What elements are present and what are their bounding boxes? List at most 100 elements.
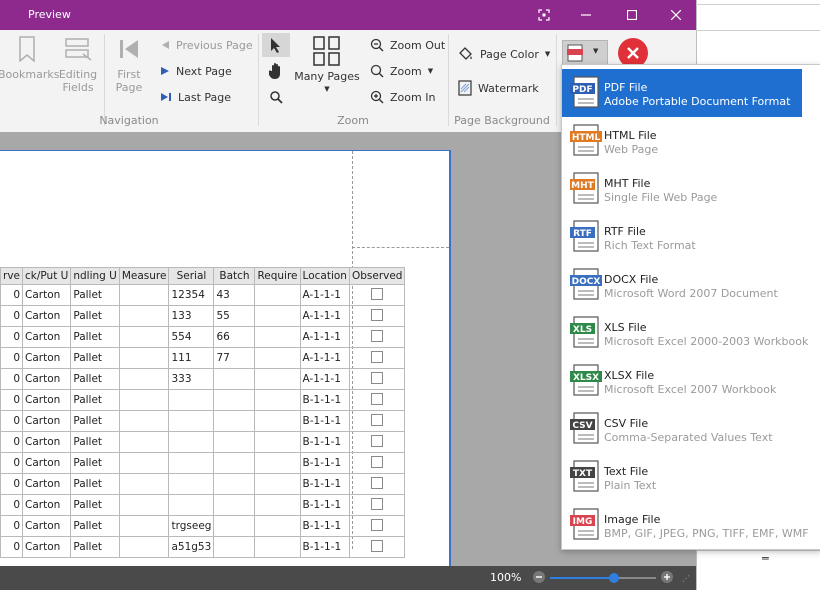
first-page-button[interactable]: First Page: [108, 36, 150, 94]
observed-cell: [348, 431, 406, 453]
resize-grip-icon[interactable]: ⋰: [682, 574, 690, 583]
hand-tool-button[interactable]: [262, 59, 290, 83]
observed-checkbox[interactable]: [371, 539, 384, 552]
table-cell: 0: [0, 347, 23, 369]
table-cell: a51g53: [168, 536, 215, 558]
table-cell: 0: [0, 515, 23, 537]
previous-page-button[interactable]: Previous Page: [160, 34, 253, 56]
observed-checkbox[interactable]: [371, 497, 384, 510]
export-item-txt[interactable]: TXT Text File Plain Text: [562, 453, 820, 501]
table-cell: [168, 431, 215, 453]
table-row: 0 Carton Pallet B-1-1-1: [0, 452, 406, 474]
fullscreen-button[interactable]: [524, 0, 564, 30]
observed-cell: [348, 389, 406, 411]
observed-checkbox[interactable]: [371, 476, 384, 489]
observed-checkbox[interactable]: [371, 329, 384, 342]
table-row: 0 Carton Pallet 12354 43 A-1-1-1: [0, 284, 406, 306]
table-cell: Pallet: [70, 515, 120, 537]
export-item-docx[interactable]: DOCX DOCX File Microsoft Word 2007 Documen…: [562, 261, 820, 309]
first-page-label-1: First: [117, 68, 141, 81]
file-mht-icon: MHT: [570, 171, 600, 205]
last-page-button[interactable]: Last Page: [160, 86, 231, 108]
table-cell: Pallet: [70, 494, 120, 516]
export-split-button[interactable]: ▼: [562, 40, 608, 66]
zoom-in-label: Zoom In: [390, 90, 436, 104]
export-item-img[interactable]: IMG Image File BMP, GIF, JPEG, PNG, TIFF, …: [562, 501, 820, 549]
table-cell: Pallet: [70, 431, 120, 453]
many-pages-button[interactable]: Many Pages ▼: [294, 36, 360, 96]
table-cell: [168, 389, 215, 411]
zoom-label: Zoom: [390, 64, 422, 78]
export-item-title: MHT File: [604, 177, 651, 190]
observed-checkbox[interactable]: [371, 392, 384, 405]
table-cell: [168, 494, 215, 516]
observed-checkbox[interactable]: [371, 455, 384, 468]
table-row: 0 Carton Pallet B-1-1-1: [0, 494, 406, 516]
file-html-icon: HTML: [570, 123, 602, 157]
ribbon-separator: [258, 34, 259, 126]
editing-fields-button[interactable]: Editing Fields: [56, 36, 100, 94]
table-cell: 66: [213, 326, 256, 348]
column-header: Require: [254, 267, 301, 285]
observed-checkbox[interactable]: [371, 434, 384, 447]
fullscreen-icon: [538, 9, 550, 21]
table-cell: 0: [0, 473, 23, 495]
table-cell: [254, 536, 301, 558]
table-cell: Carton: [21, 431, 72, 453]
zoom-slider-track[interactable]: [550, 573, 656, 583]
last-page-label: Last Page: [178, 90, 232, 104]
table-row: 0 Carton Pallet B-1-1-1: [0, 473, 406, 495]
export-item-pdf[interactable]: PDF PDF File Adobe Portable Document Forma…: [562, 69, 802, 117]
export-item-xls[interactable]: XLS XLS File Microsoft Excel 2000-2003 Wor…: [562, 309, 820, 357]
table-cell: Carton: [21, 368, 72, 390]
zoom-group-label: Zoom: [337, 114, 369, 127]
zoom-in-small-button[interactable]: [661, 571, 673, 583]
observed-checkbox[interactable]: [371, 350, 384, 363]
minimize-button[interactable]: [566, 0, 606, 30]
table-cell: [254, 494, 301, 516]
background-divider: [696, 4, 820, 5]
table-cell: 133: [168, 305, 215, 327]
export-item-rtf[interactable]: RTF RTF File Rich Text Format: [562, 213, 820, 261]
table-cell: [118, 494, 170, 516]
observed-checkbox[interactable]: [371, 287, 384, 300]
column-header: Location: [299, 267, 350, 285]
export-item-html[interactable]: HTML HTML File Web Page: [562, 117, 820, 165]
watermark-button[interactable]: Watermark: [458, 77, 539, 99]
export-item-mht[interactable]: MHT MHT File Single File Web Page: [562, 165, 820, 213]
next-page-button[interactable]: Next Page: [160, 60, 232, 82]
observed-checkbox[interactable]: [371, 518, 384, 531]
table-cell: [168, 473, 215, 495]
file-img-icon: IMG: [570, 507, 600, 541]
table-cell: [213, 389, 256, 411]
window-title: Preview: [28, 8, 71, 21]
zoom-out-button[interactable]: Zoom Out: [370, 34, 445, 56]
table-cell: [168, 410, 215, 432]
zoom-in-button[interactable]: Zoom In: [370, 86, 435, 108]
magnifier-tool-button[interactable]: [262, 85, 290, 109]
paint-bucket-icon: [458, 46, 474, 62]
many-pages-label: Many Pages: [294, 70, 360, 83]
svg-text:TXT: TXT: [573, 469, 593, 479]
observed-checkbox[interactable]: [371, 371, 384, 384]
zoom-slider-thumb[interactable]: [608, 573, 619, 583]
zoom-dropdown-button[interactable]: Zoom ▼: [370, 60, 433, 82]
table-cell: [118, 347, 170, 369]
export-item-csv[interactable]: CSV CSV File Comma-Separated Values Text: [562, 405, 820, 453]
table-cell: [213, 515, 256, 537]
export-item-title: XLS File: [604, 321, 647, 334]
close-window-button[interactable]: [656, 0, 696, 30]
table-cell: 0: [0, 494, 23, 516]
observed-checkbox[interactable]: [371, 308, 384, 321]
observed-checkbox[interactable]: [371, 413, 384, 426]
table-cell: [118, 536, 170, 558]
svg-text:MHT: MHT: [571, 181, 594, 191]
maximize-button[interactable]: [612, 0, 652, 30]
pointer-tool-button[interactable]: [262, 33, 290, 57]
page-color-button[interactable]: Page Color ▼: [458, 43, 550, 65]
zoom-out-small-button[interactable]: [533, 571, 545, 583]
background-divider: [696, 550, 820, 551]
export-item-xlsx[interactable]: XLSX XLSX File Microsoft Excel 2007 Workbo…: [562, 357, 820, 405]
bookmarks-button[interactable]: Bookmarks: [0, 36, 59, 81]
cursor-icon: [270, 37, 282, 53]
